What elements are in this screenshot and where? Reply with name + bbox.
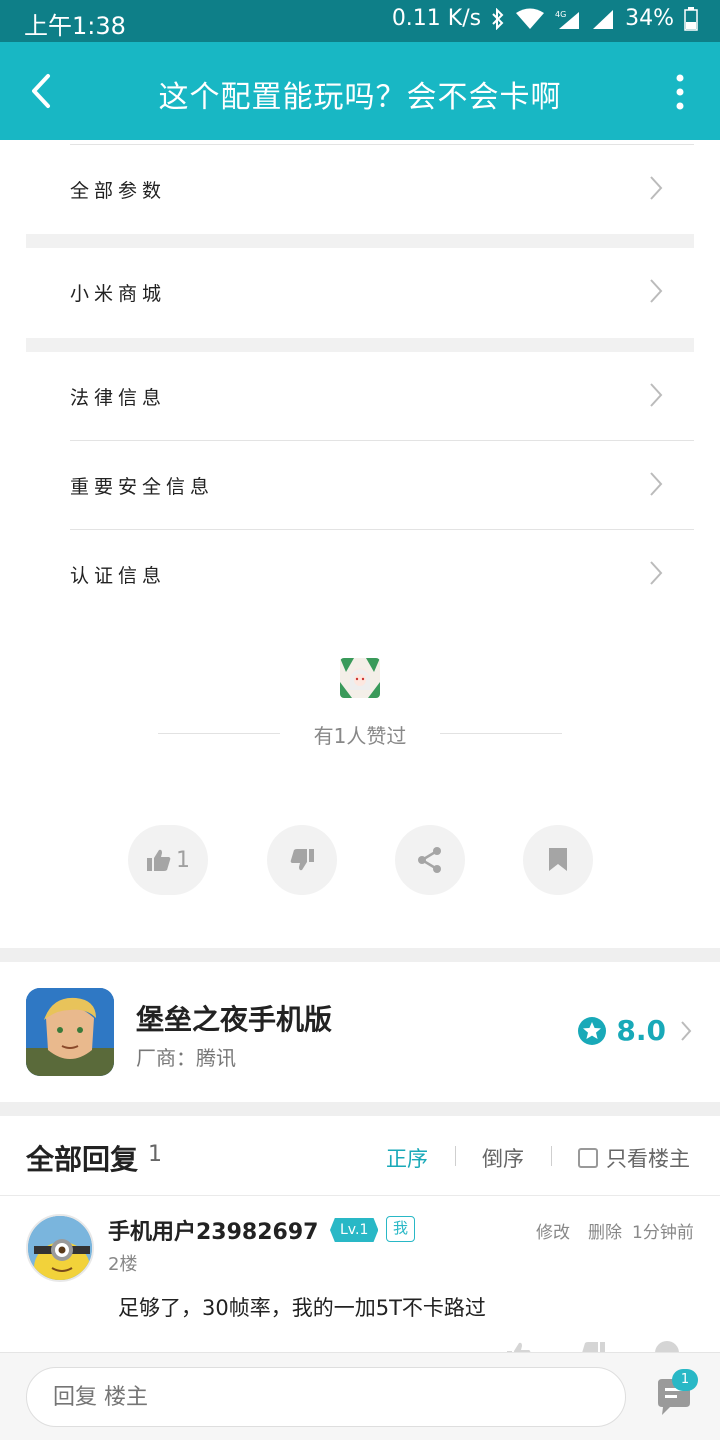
like-button[interactable]: 1 [128,825,208,895]
level-badge: Lv.1 [330,1218,379,1242]
me-badge: 我 [386,1216,416,1242]
liker-avatar[interactable] [340,658,380,698]
reply-input[interactable] [26,1367,626,1427]
comment-floor: 2楼 [108,1254,138,1275]
delete-link[interactable]: 删除 [588,1218,622,1243]
edit-link[interactable]: 修改 [536,1218,570,1243]
only-op-label: 只看楼主 [606,1147,690,1171]
menu-item-certification-info[interactable]: 认证信息 [70,530,694,618]
section-separator [0,948,720,962]
section-gap [26,234,694,248]
menu-item-safety-info[interactable]: 重要安全信息 [70,441,694,529]
menu-item-label: 小米商城 [70,282,167,305]
like-count: 1 [176,847,190,873]
share-icon [418,847,441,873]
chevron-right-icon [681,1021,692,1041]
chevron-right-icon [650,383,663,407]
section-separator [0,1102,720,1116]
sort-descending-tab[interactable]: 倒序 [482,1143,524,1173]
bookmark-button[interactable] [523,825,593,895]
status-right: 0.11 K/s 4G 34% [392,6,698,31]
game-icon [26,988,114,1076]
page-title: 这个配置能玩吗？会不会卡啊 [158,80,562,115]
menu-item-legal-info[interactable]: 法律信息 [70,352,694,440]
menu-item-label: 法律信息 [70,386,167,409]
thumbs-down-icon [290,849,314,871]
app-bar: 这个配置能玩吗？会不会卡啊 [0,42,720,140]
sort-ascending-tab[interactable]: 正序 [386,1143,428,1173]
anime-avatar-icon [340,658,380,698]
replies-header: 全部回复 1 正序 倒序 只看楼主 [0,1116,720,1196]
menu-item-label: 重要安全信息 [70,475,215,498]
avatar[interactable] [26,1214,94,1282]
menu-item-label: 全部参数 [70,179,167,202]
comment-text: 足够了，30帧率，我的一加5T不卡路过 [118,1296,486,1320]
menu-item-label: 认证信息 [70,564,167,587]
chevron-right-icon [650,279,663,303]
chevron-right-icon [650,176,663,200]
bluetooth-icon [492,7,504,30]
network-speed: 0.11 K/s [391,6,482,31]
only-op-checkbox[interactable] [578,1148,598,1168]
thumbs-up-icon [147,849,171,871]
game-card[interactable]: 堡垒之夜手机版 厂商：腾讯 8.0 [0,962,720,1102]
wifi-icon [516,8,545,29]
star-icon [578,1016,607,1045]
more-vertical-icon[interactable] [670,72,690,112]
replies-count: 1 [148,1142,162,1167]
game-rating: 8.0 [578,1014,666,1047]
divider [440,733,562,734]
cell-signal-4g-icon: 4G [555,10,580,29]
divider [455,1146,456,1166]
dislike-button[interactable] [267,825,337,895]
game-rating-value: 8.0 [616,1014,666,1047]
battery-icon [684,6,698,31]
game-vendor: 厂商：腾讯 [136,1046,236,1070]
menu-item-all-params[interactable]: 全部参数 [70,145,694,233]
comment-item: 手机用户23982697 Lv.1 我 2楼 修改 删除 1分钟前 足够了，30… [0,1196,720,1365]
replies-title: 全部回复 [26,1143,139,1176]
message-badge: 1 [672,1369,698,1391]
network-type: 4G [555,10,566,19]
back-arrow-icon[interactable] [22,68,62,114]
comment-time: 1分钟前 [632,1223,694,1243]
comment-username[interactable]: 手机用户23982697 [108,1214,318,1246]
minion-avatar-icon [28,1216,92,1280]
battery-percent: 34% [625,6,674,31]
game-character-icon [26,988,114,1076]
chevron-right-icon [650,472,663,496]
only-op-toggle[interactable]: 只看楼主 [578,1143,690,1173]
cell-signal-icon [593,9,614,29]
bookmark-icon [549,848,567,871]
status-bar: 上午1:38 0.11 K/s 4G 34% [0,0,720,42]
liked-count-text: 有1人赞过 [313,724,407,748]
section-gap [26,338,694,352]
bottom-bar: 1 [0,1352,720,1440]
chevron-right-icon [650,561,663,585]
status-time: 上午1:38 [24,12,126,40]
menu-item-mi-store[interactable]: 小米商城 [70,248,694,336]
share-button[interactable] [395,825,465,895]
divider [551,1146,552,1166]
game-name: 堡垒之夜手机版 [136,1003,333,1036]
